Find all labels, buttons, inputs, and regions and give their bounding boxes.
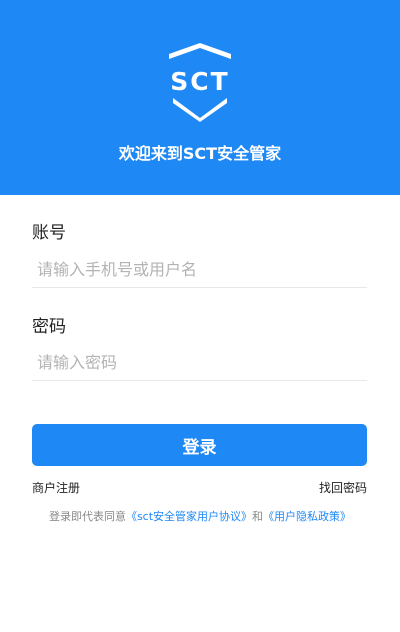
- password-label: 密码: [32, 317, 66, 337]
- user-agreement-link[interactable]: 《sct安全管家用户协议》: [126, 510, 252, 523]
- welcome-title: 欢迎来到SCT安全管家: [118, 144, 282, 163]
- header-banner: SCT 欢迎来到SCT安全管家: [0, 0, 400, 195]
- password-input[interactable]: [32, 345, 367, 381]
- account-input[interactable]: [32, 252, 367, 288]
- login-button[interactable]: 登录: [32, 424, 367, 466]
- account-label: 账号: [32, 223, 66, 243]
- logo-text: SCT: [170, 67, 230, 96]
- agreement-prefix: 登录即代表同意: [48, 510, 126, 523]
- privacy-policy-link[interactable]: 《用户隐私政策》: [263, 510, 351, 523]
- forgot-password-link[interactable]: 找回密码: [319, 479, 367, 496]
- agreement-text: 登录即代表同意《sct安全管家用户协议》和《用户隐私政策》: [0, 508, 400, 524]
- agreement-conjunction: 和: [252, 510, 264, 523]
- shield-logo-icon: SCT: [162, 42, 238, 122]
- register-link[interactable]: 商户注册: [32, 479, 80, 496]
